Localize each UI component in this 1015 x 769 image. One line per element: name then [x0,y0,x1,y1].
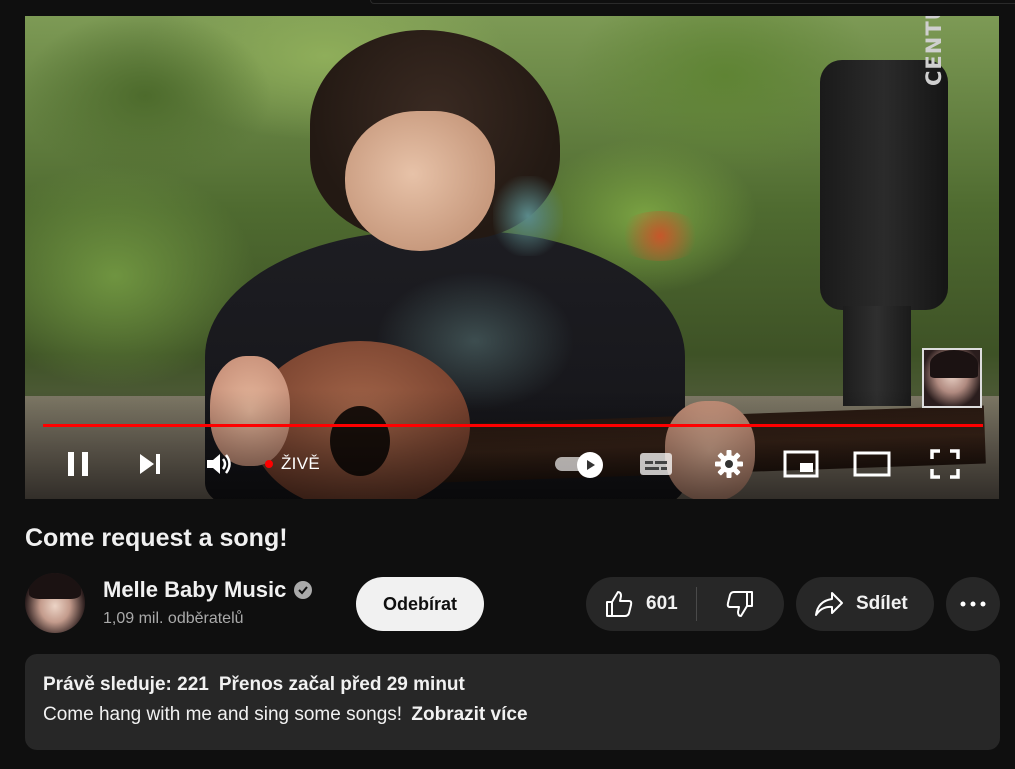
like-button[interactable]: 601 [586,577,696,631]
masthead-edge [370,0,1015,4]
description-text-row: Come hang with me and sing some songs! Z… [43,704,982,726]
description-text: Come hang with me and sing some songs! [43,704,403,725]
miniplayer-icon [783,450,819,478]
volume-button[interactable] [201,446,237,482]
live-label: ŽIVĚ [281,454,320,473]
pause-button[interactable] [61,446,95,482]
autoplay-icon [577,452,603,478]
description-meta: Právě sleduje: 221 Přenos začal před 29 … [43,674,982,696]
live-indicator[interactable]: ŽIVĚ [265,446,335,482]
like-icon [606,591,633,617]
subscribe-button[interactable]: Odebírat [356,577,484,631]
subscriber-count: 1,09 mil. odběratelů [103,610,244,627]
video-flowers [615,211,705,261]
more-actions-button[interactable] [946,577,1000,631]
theater-mode-button[interactable] [851,446,893,482]
channel-name-link[interactable]: Melle Baby Music [103,577,313,603]
next-icon [140,454,160,474]
live-viewers: Právě sleduje: 221 [43,674,209,695]
share-label: Sdílet [856,593,908,614]
video-player[interactable]: CENTURY ŽIVĚ [25,16,999,499]
fullscreen-button[interactable] [927,446,963,482]
subtitles-button[interactable] [637,446,675,482]
dislike-button[interactable] [697,577,784,631]
channel-avatar[interactable] [25,573,85,633]
video-hair-tip [493,176,563,256]
miniplayer-button[interactable] [781,446,821,482]
next-button[interactable] [133,446,167,482]
settings-button[interactable] [711,446,747,482]
like-dislike-group: 601 [586,577,784,631]
theater-icon [853,451,891,477]
live-dot-icon [265,460,273,468]
fullscreen-icon [930,449,960,479]
share-icon [815,592,843,616]
speaker-brand: CENTURY [922,16,946,86]
video-person-face [345,111,495,251]
video-title: Come request a song! [25,524,288,552]
stream-started: Přenos začal před 29 minut [218,674,465,695]
like-count: 601 [646,593,678,614]
channel-watermark[interactable] [922,348,982,408]
dislike-icon [727,591,754,617]
controls-gradient [25,389,999,499]
description-box[interactable]: Právě sleduje: 221 Přenos začal před 29 … [25,654,1000,750]
settings-icon [715,450,743,478]
autoplay-toggle[interactable] [555,452,607,478]
subtitles-icon [640,453,672,475]
video-speaker [820,60,948,310]
share-button[interactable]: Sdílet [796,577,934,631]
show-more-link[interactable]: Zobrazit více [411,704,527,725]
more-icon [960,601,986,607]
verified-icon [294,581,313,599]
volume-icon [207,454,231,474]
pause-icon [68,452,88,476]
progress-bar[interactable] [43,424,983,427]
channel-name: Melle Baby Music [103,577,287,602]
